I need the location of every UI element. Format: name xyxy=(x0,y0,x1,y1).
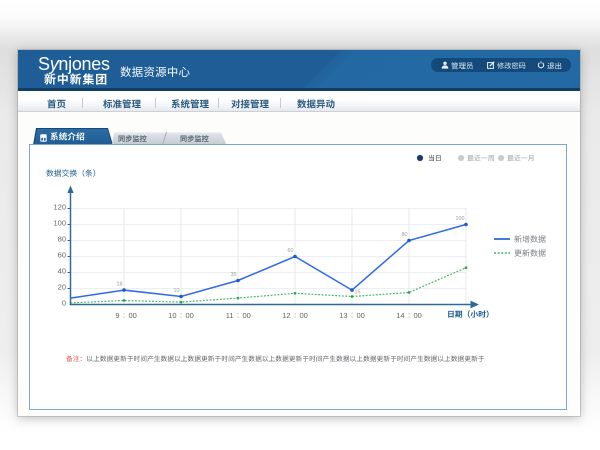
svg-text:00: 00 xyxy=(243,311,251,320)
svg-text:9: 9 xyxy=(115,311,119,320)
svg-text:20: 20 xyxy=(58,283,66,292)
svg-text::: : xyxy=(180,311,182,320)
svg-text:15: 15 xyxy=(355,290,361,296)
svg-text::: : xyxy=(237,311,239,320)
svg-text:0: 0 xyxy=(62,299,66,308)
svg-text:60: 60 xyxy=(58,251,66,260)
svg-text:100: 100 xyxy=(456,216,465,222)
svg-text:80: 80 xyxy=(402,232,408,238)
svg-text:13: 13 xyxy=(339,311,347,320)
svg-text:00: 00 xyxy=(186,311,194,320)
svg-text:11: 11 xyxy=(226,311,234,320)
svg-text:00: 00 xyxy=(300,311,308,320)
svg-text:60: 60 xyxy=(288,248,294,254)
svg-text::: : xyxy=(351,311,353,320)
svg-text:120: 120 xyxy=(53,203,66,212)
svg-text:14: 14 xyxy=(396,311,404,320)
svg-text:10: 10 xyxy=(174,288,180,294)
svg-text::: : xyxy=(408,311,410,320)
svg-text:00: 00 xyxy=(129,311,137,320)
svg-text:10: 10 xyxy=(168,311,176,320)
svg-text:35: 35 xyxy=(231,272,237,278)
svg-text::: : xyxy=(123,311,125,320)
svg-text:00: 00 xyxy=(357,311,365,320)
svg-text:80: 80 xyxy=(58,235,66,244)
svg-text:00: 00 xyxy=(414,311,422,320)
svg-text:12: 12 xyxy=(282,311,290,320)
svg-text:40: 40 xyxy=(58,267,66,276)
svg-text::: : xyxy=(294,311,296,320)
svg-text:18: 18 xyxy=(117,282,123,288)
svg-text:100: 100 xyxy=(53,219,66,228)
